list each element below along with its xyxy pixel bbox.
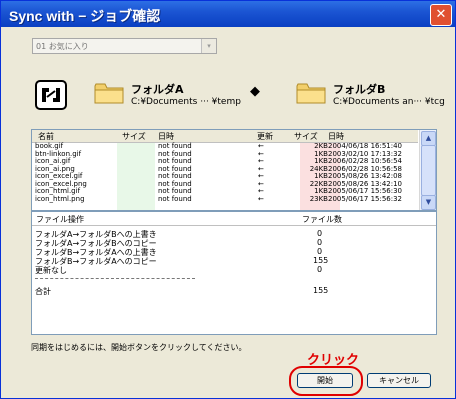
operations-header: ファイル操作 ファイル数	[32, 212, 436, 226]
scroll-up-icon[interactable]: ▲	[421, 131, 436, 146]
file-date-b: 2005/06/17 15:56:32	[328, 194, 403, 203]
profile-dropdown-value: 01 お気に入り	[36, 42, 89, 51]
scroll-down-icon[interactable]: ▼	[421, 195, 436, 210]
op-count: 0	[317, 265, 323, 274]
col-date-b-header[interactable]: 日時	[328, 131, 344, 142]
col-name-header[interactable]: 名前	[38, 131, 54, 142]
ops-col-operation: ファイル操作	[36, 215, 84, 224]
start-button[interactable]: 開始	[297, 373, 353, 388]
title-bar: Sync with − ジョブ確認 ✕	[1, 1, 455, 27]
col-date-a-header[interactable]: 日時	[158, 131, 174, 142]
folder-a-name: フォルダA	[131, 83, 184, 96]
col-size-b-header[interactable]: サイズ	[294, 131, 318, 142]
cancel-button[interactable]: キャンセル	[367, 373, 431, 388]
update-arrow: ←	[258, 194, 264, 203]
scroll-thumb[interactable]	[421, 145, 436, 196]
sync-direction-icon: ◆	[250, 84, 260, 99]
close-button[interactable]: ✕	[430, 4, 452, 26]
op-count: 0	[317, 247, 323, 256]
total-separator	[35, 278, 195, 279]
folder-a-path: C:¥Documents ··· ¥temp	[131, 97, 241, 107]
file-list[interactable]: 名前 サイズ 日時 更新 サイズ 日時 book.gif not found ← 2K…	[31, 129, 437, 211]
total-count: 155	[313, 286, 329, 295]
op-count: 155	[313, 256, 329, 265]
folder-b-name: フォルダB	[333, 83, 386, 96]
file-list-body: book.gif not found ← 2KB 2004/06/18 16:51:40…	[32, 142, 418, 210]
file-name: icon_html.png	[35, 194, 85, 203]
file-list-scrollbar[interactable]: ▲ ▼	[419, 130, 436, 210]
folder-b-path: C:¥Documents an··· ¥tcg	[333, 97, 445, 107]
file-size-b: 23KB	[309, 194, 328, 203]
folder-b-icon	[296, 81, 326, 105]
sync-dialog: Sync with − ジョブ確認 ✕ 01 お気に入り ▾ フォルダA C:¥…	[0, 0, 456, 399]
ops-col-count: ファイル数	[302, 215, 342, 224]
profile-dropdown[interactable]: 01 お気に入り ▾	[32, 38, 217, 54]
op-count: 0	[317, 238, 323, 247]
operations-summary: ファイル操作 ファイル数 フォルダA→フォルダBへの上書き 0 フォルダA→フォ…	[31, 211, 437, 335]
col-size-a-header[interactable]: サイズ	[122, 131, 146, 142]
table-row[interactable]: icon_html.png not found ← 23KB 2005/06/17 15…	[32, 194, 418, 204]
file-date-a: not found	[158, 194, 192, 203]
op-label: 更新なし	[35, 266, 67, 275]
folder-a-icon	[94, 81, 124, 105]
col-update-header[interactable]: 更新	[257, 131, 273, 142]
total-label: 合計	[35, 287, 51, 296]
window-title: Sync with − ジョブ確認	[9, 8, 161, 24]
chevron-down-icon[interactable]: ▾	[201, 39, 216, 53]
instruction-text: 同期をはじめるには、開始ボタンをクリックしてください。	[31, 343, 247, 352]
app-logo-icon	[35, 80, 67, 110]
op-count: 0	[317, 229, 323, 238]
